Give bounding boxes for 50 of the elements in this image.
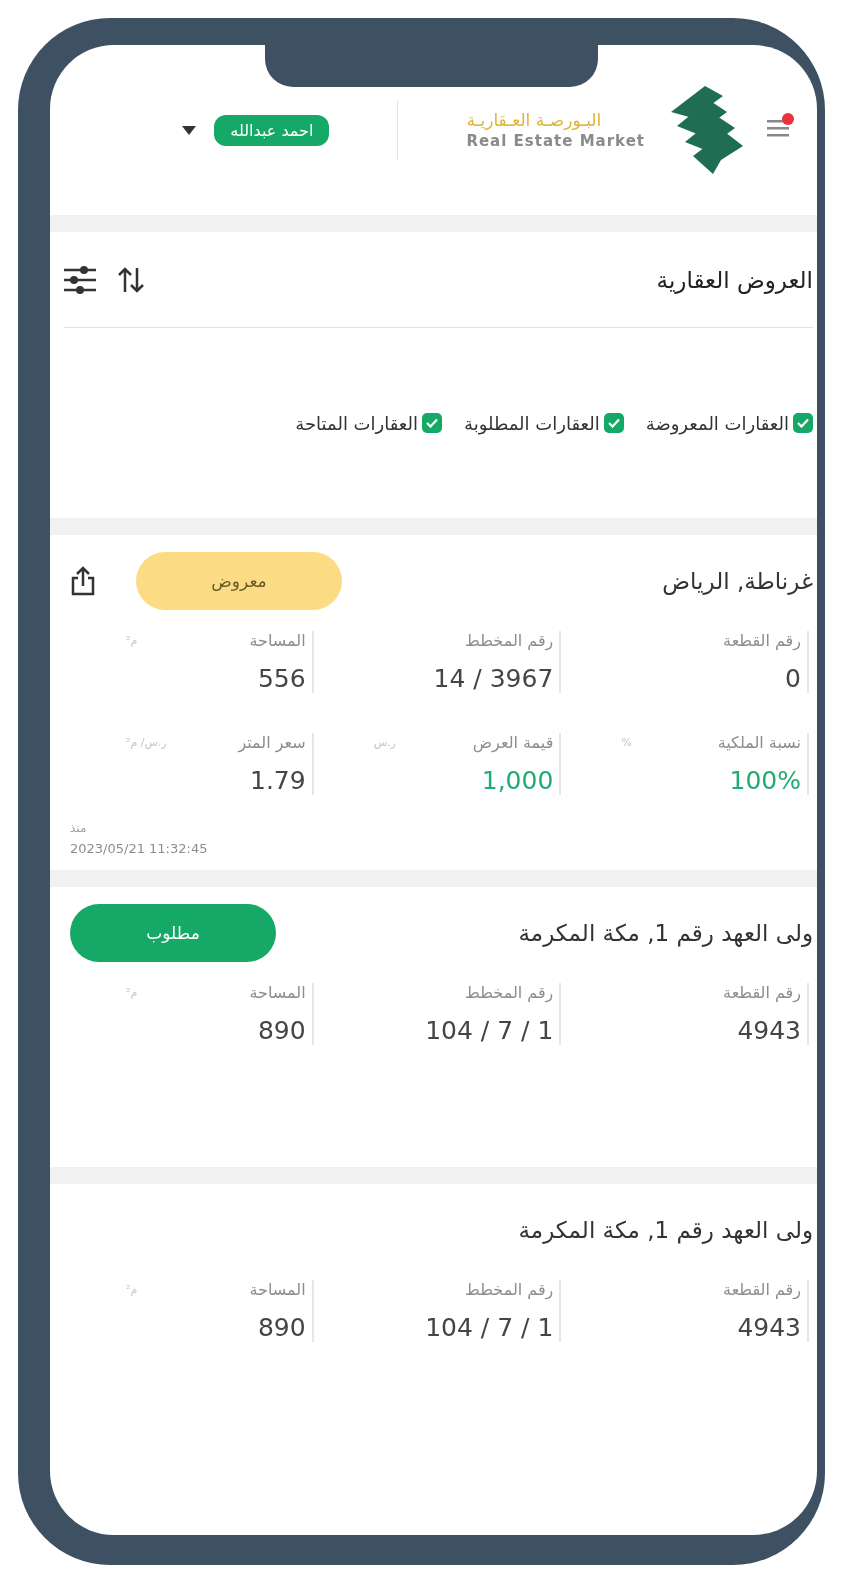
field-label: رقم القطعة — [723, 1280, 801, 1299]
field-value: 4943 — [737, 1016, 801, 1045]
checkbox[interactable] — [793, 413, 813, 433]
user-name-button[interactable]: احمد عبدالله — [214, 114, 330, 146]
field-value: 100% — [729, 766, 801, 795]
field-label: نسبة الملكية — [717, 733, 801, 752]
section-title: العروض العقارية — [656, 266, 813, 293]
status-badge: معروض — [136, 552, 342, 610]
sort-icon[interactable] — [118, 265, 144, 294]
checkbox[interactable] — [422, 413, 443, 433]
checkbox[interactable] — [603, 413, 624, 433]
listing-title: ولى العهد رقم 1, مكة المكرمة — [518, 1217, 813, 1243]
status-badge: مطلوب — [70, 904, 276, 962]
filter-sliders-icon[interactable] — [64, 264, 96, 295]
listing-title: ولى العهد رقم 1, مكة المكرمة — [518, 920, 813, 946]
dropdown-caret-icon[interactable] — [182, 125, 197, 135]
field-value: 556 — [257, 664, 306, 693]
share-icon[interactable] — [70, 566, 96, 596]
field-value: 104 / 7 / 1 — [425, 1016, 554, 1045]
brand-name-arabic: البـورصـة العـقاريـة — [466, 110, 602, 130]
check-icon — [607, 418, 620, 428]
checkbox-label: العقارات المتاحة — [295, 412, 419, 434]
brand-name-english: Real Estate Market — [466, 132, 645, 150]
field-value: 0 — [785, 664, 801, 693]
field-label: رقم المخطط — [465, 983, 554, 1002]
field-value: 4943 — [737, 1313, 801, 1342]
checkbox-label: العقارات المعروضة — [645, 412, 789, 434]
field-label: المساحة — [249, 983, 306, 1002]
field-label: المساحة — [249, 1280, 306, 1299]
field-label: رقم المخطط — [465, 631, 554, 650]
check-icon — [797, 418, 809, 428]
field-value: 890 — [257, 1016, 306, 1045]
field-value: 1,000 — [481, 766, 554, 795]
field-value: 1.79 — [250, 766, 306, 795]
field-label: رقم المخطط — [465, 1280, 554, 1299]
listing-title: غرناطة, الرياض — [662, 568, 813, 594]
listing-date: 2023/05/21 11:32:45 — [70, 841, 209, 856]
field-value: 890 — [257, 1313, 306, 1342]
field-unit: % — [621, 736, 632, 749]
field-label: رقم القطعة — [723, 983, 801, 1002]
check-icon — [426, 418, 439, 428]
field-unit: ر.س — [373, 736, 396, 749]
field-label: المساحة — [249, 631, 306, 650]
field-label: قيمة العرض — [472, 733, 554, 752]
field-value: 14 / 3967 — [433, 664, 554, 693]
field-value: 104 / 7 / 1 — [425, 1313, 554, 1342]
checkbox-label: العقارات المطلوبة — [464, 412, 600, 434]
field-label: سعر المتر — [238, 733, 306, 752]
field-label: رقم القطعة — [723, 631, 801, 650]
since-label: منذ — [70, 821, 88, 835]
